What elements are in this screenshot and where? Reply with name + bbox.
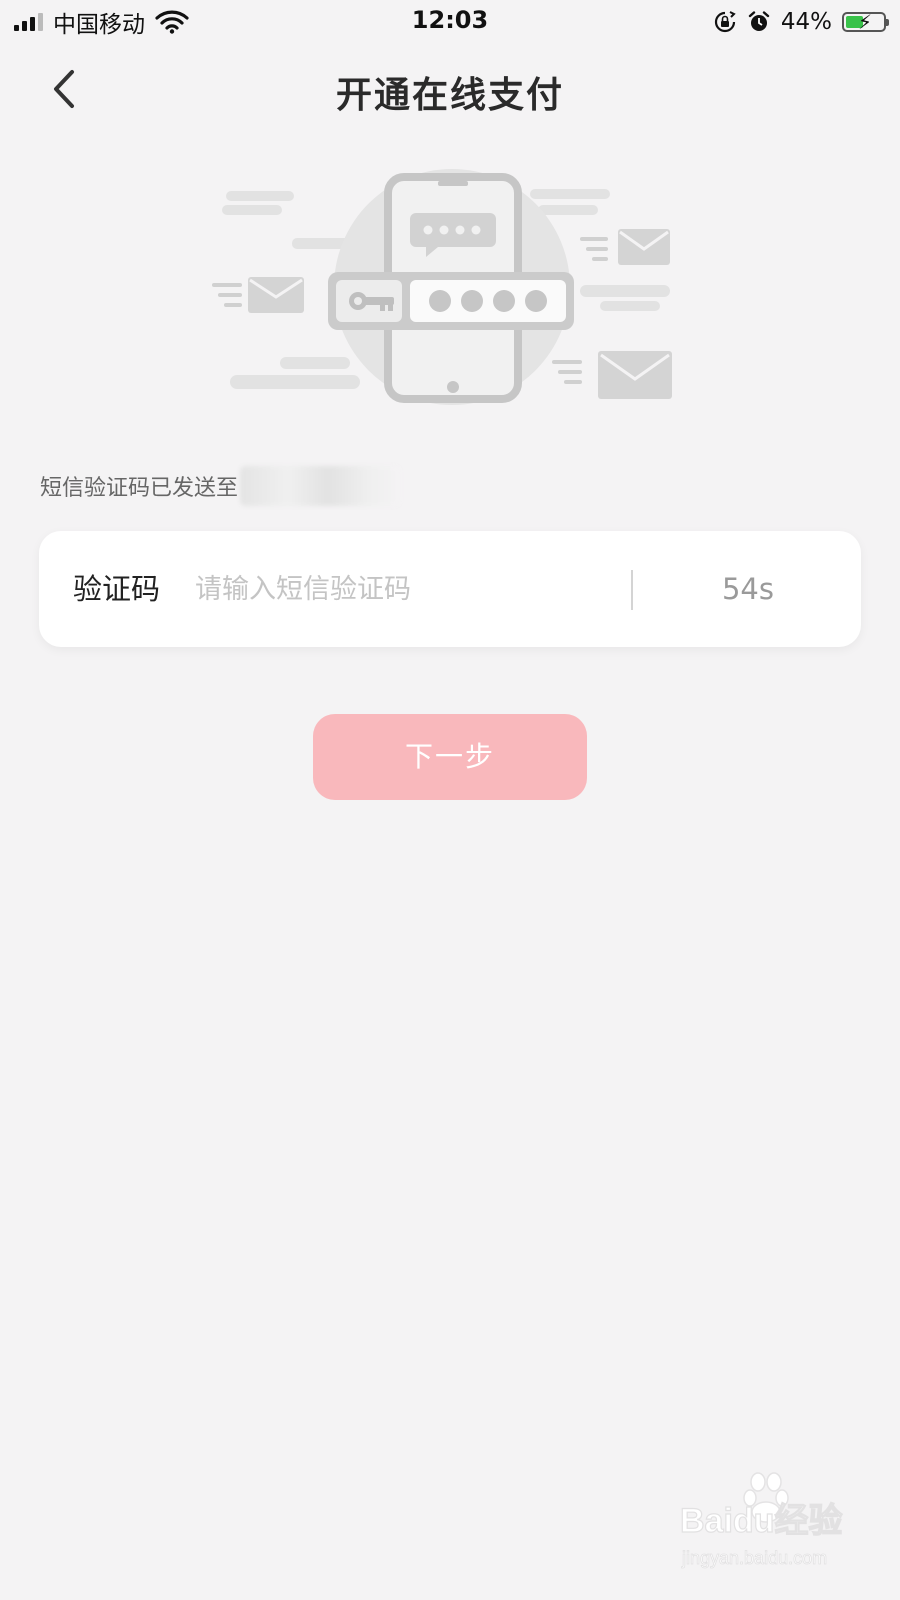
rotation-lock-icon [714, 11, 736, 33]
verification-code-label: 验证码 [73, 572, 161, 606]
resend-countdown[interactable]: 54s [635, 531, 861, 647]
next-step-button[interactable]: 下一步 [313, 714, 587, 800]
status-bar: 中国移动 12:03 44% ⚡ [0, 0, 900, 44]
battery-percent: 44% [780, 9, 832, 35]
verification-code-input[interactable] [195, 564, 635, 614]
masked-phone-number [240, 466, 401, 506]
alarm-icon [748, 11, 770, 31]
baidu-jingyan-watermark: Baidu经验 jingyan.baidu.com [680, 1472, 843, 1568]
sms-sent-hint: 短信验证码已发送至 [40, 466, 401, 506]
verification-code-card: 验证码 54s [39, 531, 861, 647]
status-right: 44% ⚡ [713, 6, 889, 38]
nav-bar: 开通在线支付 [0, 44, 900, 140]
sms-sent-hint-text: 短信验证码已发送至 [40, 476, 239, 501]
sms-verification-illustration [212, 169, 672, 405]
battery-icon: ⚡ [842, 10, 889, 34]
divider [631, 570, 633, 610]
watermark-url: jingyan.baidu.com [681, 1548, 827, 1568]
page-title: 开通在线支付 [335, 75, 564, 116]
watermark-brand: Baidu经验 [680, 1501, 842, 1540]
